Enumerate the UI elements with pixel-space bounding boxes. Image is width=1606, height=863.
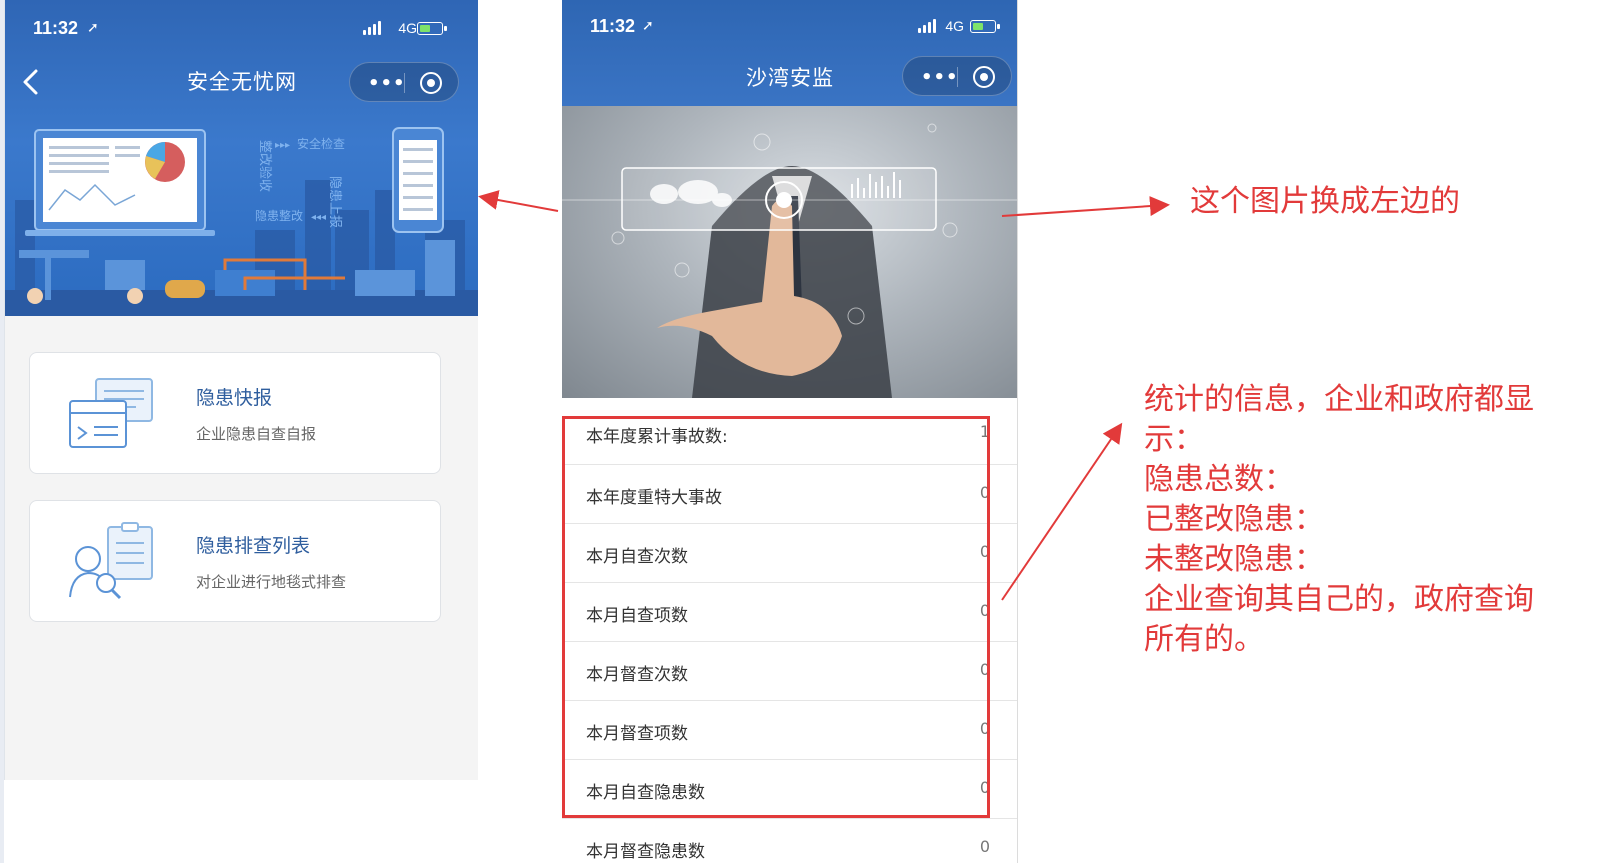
arrow-to-stats-note	[1001, 422, 1123, 601]
left-header-banner: 整改验收 安全检查 ▸▸▸ 隐患整改 ◂◂◂ 隐患上报 11:32 ➚ 4G 安…	[5, 0, 478, 316]
note-line: 未整改隐患：	[1144, 542, 1324, 577]
status-time: 11:32	[590, 16, 636, 36]
status-bar: 11:32 ➚ 4G	[562, 0, 1017, 54]
card-subtitle: 对企业进行地毯式排查	[196, 573, 347, 591]
banner-text-hazard-report: 隐患上报	[327, 176, 342, 228]
card-title: 隐患排查列表	[196, 535, 311, 557]
status-bar: 11:32 ➚ 4G	[5, 0, 478, 54]
note-line: 已整改隐患：	[1144, 502, 1324, 537]
status-time: 11:32	[33, 18, 79, 38]
right-header: 11:32 ➚ 4G 沙湾安监 •••	[562, 0, 1017, 106]
card-subtitle: 企业隐患自查自报	[196, 425, 317, 443]
location-arrow-icon: ➚	[87, 20, 99, 36]
note-replace-image: 这个图片换成左边的	[1190, 184, 1460, 219]
banner-text-safety-check: 安全检查	[297, 136, 345, 151]
note-line: 统计的信息，企业和政府都显	[1144, 382, 1534, 417]
signal-icon	[363, 21, 383, 35]
banner-text-rectify-acceptance: 整改验收	[257, 140, 273, 192]
signal-icon	[918, 19, 938, 33]
hero-image-businessman-touch	[562, 106, 1017, 398]
stat-label: 本月督查隐患数	[586, 842, 705, 862]
location-arrow-icon: ➚	[642, 18, 654, 34]
person-search-icon	[69, 522, 153, 600]
close-target-icon[interactable]	[973, 66, 995, 88]
more-dots-icon[interactable]: •••	[368, 73, 406, 94]
card-hazard-inspection-list[interactable]: 隐患排查列表 对企业进行地毯式排查	[29, 500, 441, 622]
banner-text-hazard-rectify: 隐患整改	[255, 208, 303, 223]
more-dots-icon[interactable]: •••	[921, 67, 959, 88]
left-phone-screen: 整改验收 安全检查 ▸▸▸ 隐患整改 ◂◂◂ 隐患上报 11:32 ➚ 4G 安…	[4, 0, 478, 780]
battery-icon	[417, 22, 447, 35]
card-title: 隐患快报	[196, 387, 273, 409]
arrow-to-replace-note	[1001, 196, 1170, 217]
stat-row: 本月督查隐患数 0	[562, 819, 1017, 863]
form-report-icon	[69, 378, 153, 448]
note-line: 企业查询其自己的，政府查询	[1144, 582, 1534, 617]
note-line: 隐患总数：	[1144, 462, 1294, 497]
svg-text:◂◂◂: ◂◂◂	[311, 212, 326, 223]
mini-program-capsule: •••	[349, 62, 459, 102]
stats-highlight-box	[562, 416, 990, 818]
nav-bar: 沙湾安监 •••	[562, 50, 1017, 106]
network-type: 4G	[398, 20, 417, 36]
nav-bar: 安全无忧网 •••	[5, 54, 478, 110]
svg-text:▸▸▸: ▸▸▸	[275, 140, 290, 151]
stat-value: 0	[979, 837, 990, 856]
note-line: 所有的。	[1144, 622, 1264, 657]
network-type: 4G	[945, 18, 964, 34]
note-stats-info: 统计的信息，企业和政府都显 示： 隐患总数： 已整改隐患： 未整改隐患： 企业查…	[1144, 380, 1594, 660]
card-hazard-quick-report[interactable]: 隐患快报 企业隐患自查自报	[29, 352, 441, 474]
note-line: 示：	[1144, 422, 1204, 457]
mini-program-capsule: •••	[902, 56, 1012, 96]
arrow-to-left-image	[478, 190, 559, 212]
close-target-icon[interactable]	[420, 72, 442, 94]
battery-icon	[970, 20, 1000, 33]
